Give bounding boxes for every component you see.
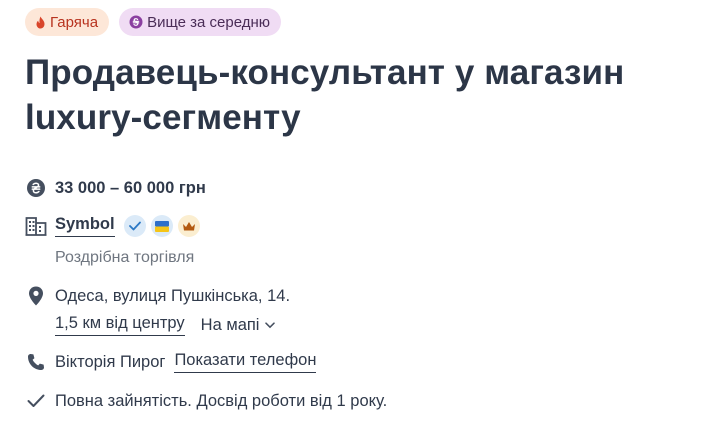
distance-link[interactable]: 1,5 км від центру	[55, 314, 185, 336]
map-pin-icon	[25, 285, 47, 307]
flame-icon	[35, 16, 46, 29]
location-row: Одеса, вулиця Пушкінська, 14.	[25, 285, 290, 307]
hryvnia-icon	[25, 177, 47, 199]
hot-badge-label: Гаряча	[50, 13, 99, 31]
job-title: Продавець-консультант у магазин luxury-с…	[25, 53, 625, 137]
company-industry-row: Роздрібна торгівля	[55, 249, 194, 267]
ukraine-flag-icon	[150, 215, 173, 237]
chevron-down-icon	[265, 321, 276, 329]
contact-row: Вікторія Пирог Показати телефон	[25, 351, 317, 373]
employment-conditions: Повна зайнятість. Досвід роботи від 1 ро…	[55, 391, 388, 410]
verified-icon	[123, 215, 146, 237]
company-row: Symbol	[25, 215, 200, 237]
above-average-salary-badge: Вище за середню	[119, 8, 282, 36]
conditions-row: Повна зайнятість. Досвід роботи від 1 ро…	[25, 390, 387, 412]
show-phone-link[interactable]: Показати телефон	[174, 351, 317, 373]
address: Одеса, вулиця Пушкінська, 14.	[55, 286, 291, 305]
phone-icon	[25, 351, 47, 373]
coin-icon	[129, 15, 143, 29]
location-links-row: 1,5 км від центру На мапі	[55, 314, 276, 336]
contact-name: Вікторія Пирог	[55, 352, 166, 371]
crown-icon	[177, 215, 200, 237]
checkmark-icon	[25, 390, 47, 412]
salary-badge-label: Вище за середню	[147, 13, 271, 31]
salary-row: 33 000 – 60 000 грн	[25, 177, 206, 199]
map-dropdown-button[interactable]: На мапі	[201, 316, 276, 335]
building-icon	[25, 215, 47, 237]
company-link[interactable]: Symbol	[55, 215, 115, 237]
badge-group: Гаряча Вище за середню	[25, 8, 282, 36]
salary-range: 33 000 – 60 000 грн	[55, 178, 206, 197]
company-industry: Роздрібна торгівля	[55, 249, 195, 266]
map-link-label: На мапі	[200, 315, 260, 334]
hot-badge: Гаряча	[25, 8, 110, 36]
